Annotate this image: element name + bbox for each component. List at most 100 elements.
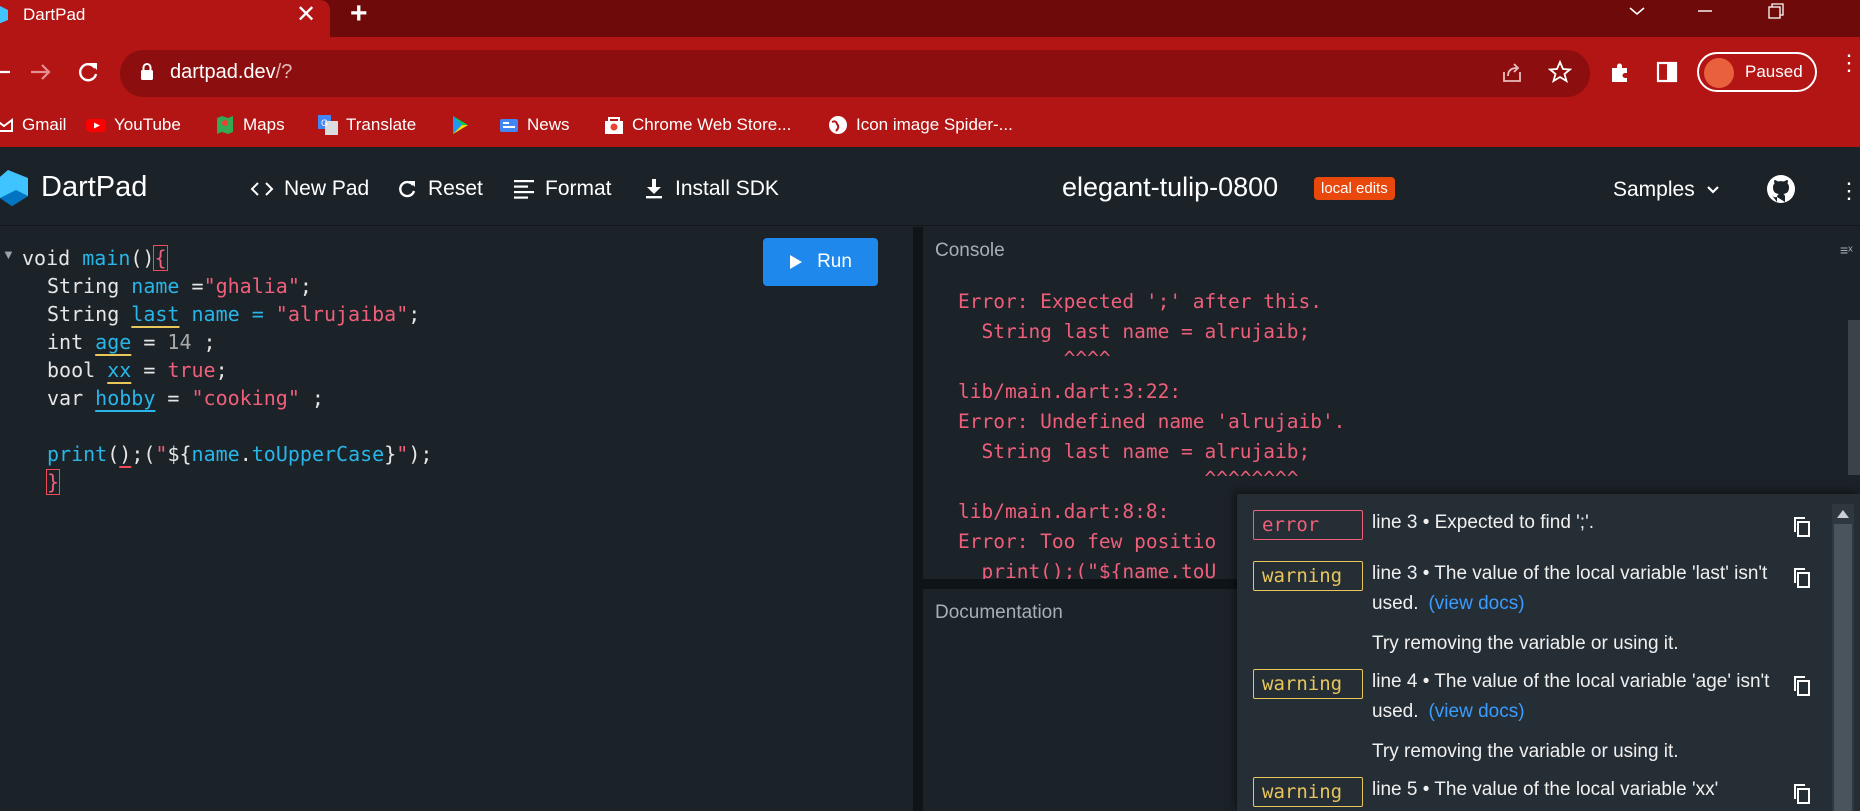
bookmark-label: Chrome Web Store... — [632, 115, 792, 134]
side-panel-icon[interactable] — [1656, 61, 1678, 83]
minimize-icon[interactable] — [1690, 0, 1720, 26]
console-line: lib/main.dart:8:8: — [958, 500, 1170, 523]
bookmark-gmail[interactable]: Gmail — [0, 113, 66, 137]
forward-arrow-icon[interactable] — [25, 57, 55, 87]
install-sdk-button[interactable]: Install SDK — [643, 177, 779, 201]
code-line-2[interactable]: String name ="ghalia"; — [47, 272, 312, 300]
lock-icon[interactable] — [140, 63, 154, 81]
code-token: () — [130, 246, 155, 270]
bookmark-play-store[interactable] — [450, 113, 478, 137]
bookmark-maps[interactable]: Maps — [215, 113, 285, 137]
pad-name[interactable]: elegant-tulip-0800 — [1062, 172, 1278, 203]
code-brackets-icon — [250, 182, 274, 196]
warning-badge: warning — [1253, 777, 1363, 807]
code-token: ;( — [131, 442, 156, 466]
code-token: "ghalia" — [203, 274, 300, 298]
issue-message: line 5 • The value of the local variable… — [1372, 775, 1792, 805]
restore-icon[interactable] — [1760, 0, 1790, 26]
code-token: ; — [191, 330, 216, 354]
issue-text: line 3 • Expected to find ';'. — [1372, 512, 1594, 533]
tab-title: DartPad — [23, 5, 86, 24]
code-token: xx — [107, 358, 132, 382]
address-bar[interactable] — [120, 50, 1590, 97]
code-line-8[interactable]: print();("${name.toUpperCase}"); — [47, 440, 432, 468]
warning-badge: warning — [1253, 561, 1363, 591]
back-arrow-icon[interactable] — [0, 57, 16, 87]
clear-console-icon[interactable]: ≡ˣ — [1840, 242, 1853, 258]
dartpad-title: DartPad — [41, 171, 148, 203]
play-store-icon — [453, 116, 468, 134]
issue-hint: Try removing the variable or using it. — [1372, 741, 1679, 762]
profile-status: Paused — [1745, 62, 1803, 81]
view-docs-link[interactable]: (view docs) — [1428, 701, 1524, 722]
share-icon[interactable] — [1500, 61, 1524, 85]
bookmark-label: Icon image Spider-... — [856, 115, 1013, 134]
copy-icon[interactable] — [1792, 567, 1812, 589]
bookmark-label: Translate — [346, 115, 417, 134]
code-token: ; — [299, 386, 324, 410]
issue-message: line 3 • The value of the local variable… — [1372, 559, 1792, 619]
documentation-title: Documentation — [935, 602, 1063, 623]
code-token: 14 — [167, 330, 192, 354]
code-line-4[interactable]: int age = 14 ; — [47, 328, 216, 356]
new-pad-button[interactable]: New Pad — [250, 177, 369, 201]
bookmark-icon-image-spider[interactable]: Icon image Spider-... — [828, 113, 1013, 137]
code-token: name — [131, 274, 180, 298]
console-scrollbar[interactable] — [1848, 320, 1860, 475]
issue-message: line 3 • Expected to find ';'. — [1372, 508, 1792, 538]
fold-arrow-icon[interactable]: ▼ — [2, 247, 15, 262]
code-token: hobby — [95, 386, 156, 410]
code-token: var — [47, 386, 96, 410]
code-line-3[interactable]: String last name = "alrujaiba"; — [47, 300, 420, 328]
console-line: Error: Too few positio — [958, 530, 1217, 553]
copy-icon[interactable] — [1792, 675, 1812, 697]
code-token: name — [191, 442, 240, 466]
url-host: dartpad.dev — [170, 61, 276, 83]
url-text[interactable]: dartpad.dev/? — [170, 61, 292, 84]
bookmark-star-icon[interactable] — [1548, 60, 1572, 84]
view-docs-link[interactable]: (view docs) — [1428, 593, 1524, 614]
dart-favicon-icon — [0, 6, 8, 24]
new-tab-button[interactable]: + — [350, 0, 368, 29]
extensions-puzzle-icon[interactable] — [1608, 60, 1632, 84]
tab-close-icon[interactable]: ✕ — [296, 1, 316, 29]
profile-avatar — [1704, 58, 1734, 88]
editor-splitter[interactable] — [913, 227, 923, 811]
code-token: ( — [107, 442, 120, 466]
bookmark-news[interactable]: News — [499, 113, 570, 137]
code-token: true — [167, 358, 216, 382]
issue-message: line 4 • The value of the local variable… — [1372, 667, 1792, 727]
code-token: toUpperCase — [251, 442, 385, 466]
run-button[interactable]: Run — [763, 238, 878, 286]
code-token: " — [396, 442, 409, 466]
code-line-1[interactable]: void main(){ — [22, 244, 168, 272]
code-token: ; — [408, 302, 421, 326]
console-line: lib/main.dart:3:22: — [958, 380, 1182, 403]
issues-scrollbar-thumb[interactable] — [1834, 524, 1852, 811]
browser-menu-icon[interactable]: ⋮ — [1838, 52, 1860, 74]
chevron-down-icon[interactable] — [1622, 0, 1652, 26]
code-token: String — [47, 274, 132, 298]
bookmark-translate[interactable]: G Translate — [318, 113, 416, 137]
reload-icon[interactable] — [73, 57, 103, 87]
samples-dropdown[interactable]: Samples — [1613, 178, 1721, 202]
scroll-up-arrow-icon[interactable] — [1835, 508, 1851, 520]
code-line-5[interactable]: bool xx = true; — [47, 356, 228, 384]
bookmark-youtube[interactable]: YouTube — [86, 113, 181, 137]
code-line-6[interactable]: var hobby = "cooking" ; — [47, 384, 324, 412]
code-token: age — [95, 330, 132, 354]
issue-text: line 5 • The value of the local variable… — [1372, 779, 1719, 800]
code-token: ); — [408, 442, 433, 466]
copy-icon[interactable] — [1792, 783, 1812, 805]
code-token: "cooking" — [191, 386, 300, 410]
github-icon[interactable] — [1766, 174, 1796, 204]
bookmark-chrome-web-store[interactable]: Chrome Web Store... — [604, 113, 791, 137]
console-line: ^^^^ — [958, 347, 1111, 370]
bookmark-label: News — [527, 115, 570, 134]
bookmark-label: Gmail — [22, 115, 67, 134]
copy-icon[interactable] — [1792, 516, 1812, 538]
code-line-9[interactable]: } — [45, 468, 61, 496]
format-button[interactable]: Format — [513, 177, 612, 201]
more-menu-icon[interactable]: ⋮ — [1838, 178, 1860, 204]
reset-button[interactable]: Reset — [396, 177, 483, 201]
